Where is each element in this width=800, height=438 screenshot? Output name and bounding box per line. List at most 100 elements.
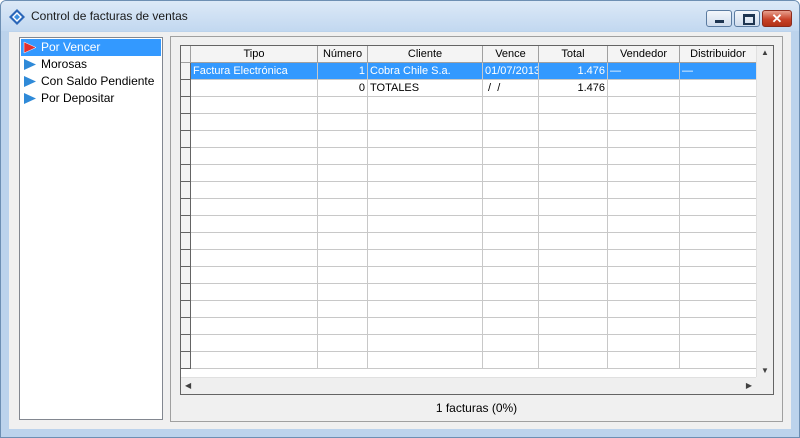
empty-cell[interactable]	[608, 250, 680, 267]
empty-cell[interactable]	[191, 216, 318, 233]
empty-cell[interactable]	[608, 182, 680, 199]
empty-cell[interactable]	[608, 148, 680, 165]
row-indicator[interactable]	[181, 267, 191, 284]
empty-cell[interactable]	[680, 131, 757, 148]
empty-cell[interactable]	[318, 199, 368, 216]
empty-cell[interactable]	[680, 352, 757, 369]
row-indicator[interactable]	[181, 250, 191, 267]
empty-cell[interactable]	[318, 233, 368, 250]
empty-cell[interactable]	[483, 97, 539, 114]
empty-cell[interactable]	[318, 182, 368, 199]
title-bar[interactable]: Control de facturas de ventas ✕	[1, 1, 799, 31]
empty-cell[interactable]	[483, 284, 539, 301]
empty-cell[interactable]	[368, 250, 483, 267]
empty-cell[interactable]	[539, 284, 608, 301]
filter-item-con-saldo-pendiente[interactable]: Con Saldo Pendiente	[21, 73, 161, 90]
empty-cell[interactable]	[318, 267, 368, 284]
empty-cell[interactable]	[539, 335, 608, 352]
empty-cell[interactable]	[191, 131, 318, 148]
empty-cell[interactable]	[680, 250, 757, 267]
empty-cell[interactable]	[539, 182, 608, 199]
empty-cell[interactable]	[483, 165, 539, 182]
empty-cell[interactable]	[608, 267, 680, 284]
column-header-numero[interactable]: Número	[318, 46, 368, 63]
cell-cliente[interactable]: Cobra Chile S.a.	[368, 63, 483, 80]
empty-cell[interactable]	[318, 97, 368, 114]
empty-cell[interactable]	[680, 284, 757, 301]
empty-cell[interactable]	[608, 352, 680, 369]
empty-cell[interactable]	[368, 216, 483, 233]
empty-cell[interactable]	[483, 318, 539, 335]
empty-cell[interactable]	[368, 199, 483, 216]
empty-cell[interactable]	[608, 114, 680, 131]
empty-cell[interactable]	[318, 114, 368, 131]
empty-cell[interactable]	[539, 318, 608, 335]
empty-cell[interactable]	[368, 335, 483, 352]
row-indicator[interactable]	[181, 114, 191, 131]
empty-cell[interactable]	[191, 335, 318, 352]
empty-cell[interactable]	[680, 216, 757, 233]
empty-cell[interactable]	[368, 131, 483, 148]
invoice-grid[interactable]: Tipo Número Cliente Vence Total Vendedor…	[180, 45, 774, 395]
empty-cell[interactable]	[680, 318, 757, 335]
empty-cell[interactable]	[318, 216, 368, 233]
empty-cell[interactable]	[318, 352, 368, 369]
empty-cell[interactable]	[191, 199, 318, 216]
empty-cell[interactable]	[608, 284, 680, 301]
empty-cell[interactable]	[539, 216, 608, 233]
empty-cell[interactable]	[318, 148, 368, 165]
empty-cell[interactable]	[318, 318, 368, 335]
row-indicator[interactable]	[181, 97, 191, 114]
empty-cell[interactable]	[608, 199, 680, 216]
empty-cell[interactable]	[191, 267, 318, 284]
empty-cell[interactable]	[680, 182, 757, 199]
empty-cell[interactable]	[680, 233, 757, 250]
empty-cell[interactable]	[680, 97, 757, 114]
scroll-down-icon[interactable]: ▼	[761, 366, 769, 375]
empty-cell[interactable]	[191, 114, 318, 131]
empty-cell[interactable]	[368, 301, 483, 318]
horizontal-scrollbar[interactable]: ◀ ▶	[181, 377, 756, 394]
empty-cell[interactable]	[539, 199, 608, 216]
empty-cell[interactable]	[539, 114, 608, 131]
row-indicator[interactable]	[181, 80, 191, 97]
row-indicator[interactable]	[181, 318, 191, 335]
empty-cell[interactable]	[368, 284, 483, 301]
empty-cell[interactable]	[483, 335, 539, 352]
empty-cell[interactable]	[539, 97, 608, 114]
empty-cell[interactable]	[680, 148, 757, 165]
empty-cell[interactable]	[680, 114, 757, 131]
empty-cell[interactable]	[608, 318, 680, 335]
empty-cell[interactable]	[191, 97, 318, 114]
empty-cell[interactable]	[539, 301, 608, 318]
empty-cell[interactable]	[608, 131, 680, 148]
column-header-cliente[interactable]: Cliente	[368, 46, 483, 63]
empty-cell[interactable]	[368, 97, 483, 114]
column-header-total[interactable]: Total	[539, 46, 608, 63]
column-header-distribuidor[interactable]: Distribuidor	[680, 46, 757, 63]
cell-total[interactable]: 1.476	[539, 80, 608, 97]
empty-cell[interactable]	[483, 131, 539, 148]
empty-cell[interactable]	[191, 250, 318, 267]
empty-cell[interactable]	[368, 148, 483, 165]
empty-cell[interactable]	[318, 284, 368, 301]
empty-cell[interactable]	[608, 165, 680, 182]
column-header-tipo[interactable]: Tipo	[191, 46, 318, 63]
empty-cell[interactable]	[539, 131, 608, 148]
empty-cell[interactable]	[680, 267, 757, 284]
empty-cell[interactable]	[608, 301, 680, 318]
empty-cell[interactable]	[318, 165, 368, 182]
empty-cell[interactable]	[539, 233, 608, 250]
row-indicator[interactable]	[181, 131, 191, 148]
filter-item-por-depositar[interactable]: Por Depositar	[21, 90, 161, 107]
cell-numero[interactable]: 1	[318, 63, 368, 80]
row-indicator[interactable]	[181, 148, 191, 165]
row-indicator[interactable]	[181, 216, 191, 233]
cell-distribuidor[interactable]: —	[680, 63, 757, 80]
empty-cell[interactable]	[191, 284, 318, 301]
empty-cell[interactable]	[483, 267, 539, 284]
cell-cliente[interactable]: TOTALES	[368, 80, 483, 97]
row-indicator[interactable]	[181, 63, 191, 80]
empty-cell[interactable]	[483, 182, 539, 199]
empty-cell[interactable]	[608, 97, 680, 114]
